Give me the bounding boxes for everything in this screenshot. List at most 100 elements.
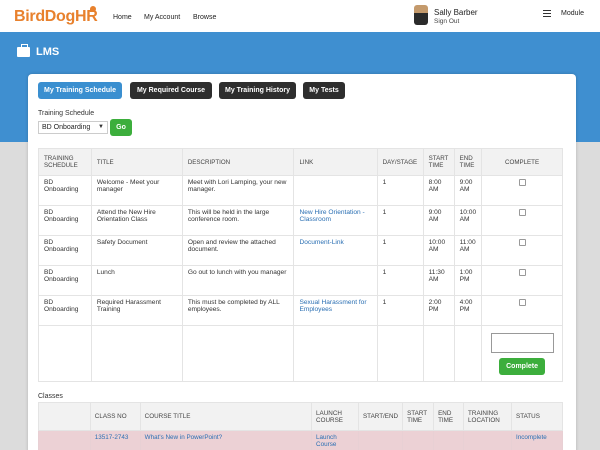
cell-description: This will be held in the large conferenc… <box>181 205 295 236</box>
tab-my-tests[interactable]: My Tests <box>303 82 345 99</box>
cell-schedule: BD Onboarding <box>38 205 92 236</box>
classes-table: CLASS NO COURSE TITLE LAUNCH COURSE STAR… <box>38 402 563 450</box>
column-header: STATUS <box>511 402 563 431</box>
cell-status: Incomplete <box>511 430 563 450</box>
cell-end-time: 4:00 PM <box>453 295 483 326</box>
empty-cell <box>293 325 378 382</box>
launch-course-link[interactable]: Launch Course <box>311 430 359 450</box>
column-header: END TIME <box>433 402 465 431</box>
column-header: END TIME <box>453 148 483 176</box>
cell-schedule: BD Onboarding <box>38 175 92 206</box>
user-name[interactable]: Sally Barber <box>434 8 478 17</box>
tab-my-training-schedule[interactable]: My Training Schedule <box>38 82 122 99</box>
table-row: BD Onboarding Lunch Go out to lunch with… <box>38 265 563 296</box>
classes-label: Classes <box>38 393 63 400</box>
cell-start-time: 2:00 PM <box>422 295 455 326</box>
empty-cell <box>463 430 512 450</box>
tab-my-training-history[interactable]: My Training History <box>219 82 296 99</box>
cell-day: 1 <box>376 235 424 266</box>
cell-end-time: 9:00 AM <box>453 175 483 206</box>
cell-link[interactable]: Sexual Harassment for Employees <box>293 295 378 326</box>
table-header-row: TRAINING SCHEDULE TITLE DESCRIPTION LINK… <box>38 148 563 176</box>
cell-class-no[interactable]: 13517-2743 <box>89 430 141 450</box>
cell-start-time: 8:00 AM <box>422 175 455 206</box>
empty-cell <box>357 430 404 450</box>
briefcase-icon <box>17 44 30 57</box>
empty-cell <box>402 430 435 450</box>
cell-complete <box>481 265 563 296</box>
column-header: CLASS NO <box>89 402 141 431</box>
cell-day: 1 <box>376 205 424 236</box>
cell-complete <box>481 205 563 236</box>
column-header: START TIME <box>402 402 435 431</box>
cell-complete <box>481 175 563 206</box>
cell-day: 1 <box>376 175 424 206</box>
go-button[interactable]: Go <box>110 119 132 136</box>
birddoghr-logo[interactable]: BirdDogHR <box>14 8 98 26</box>
cell-end-time: 11:00 AM <box>453 235 483 266</box>
cell-start-time: 9:00 AM <box>422 205 455 236</box>
cell-end-time: 10:00 AM <box>453 205 483 236</box>
complete-checkbox[interactable] <box>518 299 526 306</box>
table-row: Complete <box>38 325 563 382</box>
avatar[interactable] <box>414 5 428 25</box>
empty-cell <box>453 325 483 382</box>
cell-link <box>293 175 378 206</box>
top-navbar: BirdDogHR Home My Account Browse Sally B… <box>0 0 600 32</box>
cell-title: Safety Document <box>90 235 183 266</box>
complete-checkbox[interactable] <box>518 179 526 186</box>
training-schedule-select[interactable]: BD Onboarding ▼ <box>38 121 108 134</box>
cell-description: Open and review the attached document. <box>181 235 295 266</box>
tab-my-required-course[interactable]: My Required Course <box>130 82 212 99</box>
column-header: TITLE <box>90 148 183 176</box>
module-menu[interactable]: Module <box>561 10 584 17</box>
cell-description: Meet with Lori Lamping, your new manager… <box>181 175 295 206</box>
cell-course-title[interactable]: What's New in PowerPoint? <box>139 430 313 450</box>
cell-link[interactable]: New Hire Orientation - Classroom <box>293 205 378 236</box>
logo-bird-icon <box>90 6 96 12</box>
cell-title: Lunch <box>90 265 183 296</box>
complete-checkbox[interactable] <box>518 209 526 216</box>
caret-down-icon: ▼ <box>98 124 104 130</box>
cell-start-time: 10:00 AM <box>422 235 455 266</box>
cell-schedule: BD Onboarding <box>38 235 92 266</box>
empty-cell <box>90 325 183 382</box>
empty-cell <box>376 325 424 382</box>
cell-link[interactable]: Document-Link <box>293 235 378 266</box>
training-schedule-label: Training Schedule <box>38 110 95 117</box>
column-header: TRAINING SCHEDULE <box>38 148 92 176</box>
column-header: COMPLETE <box>481 148 563 176</box>
column-header <box>38 402 91 431</box>
table-row: BD Onboarding Safety Document Open and r… <box>38 235 563 266</box>
cell-end-time: 1:00 PM <box>453 265 483 296</box>
nav-link-my-account[interactable]: My Account <box>144 14 180 21</box>
complete-button[interactable]: Complete <box>499 357 546 375</box>
logo-bird-text: BirdDog <box>14 8 76 25</box>
nav-link-browse[interactable]: Browse <box>193 14 216 21</box>
complete-checkbox[interactable] <box>518 269 526 276</box>
cell-schedule: BD Onboarding <box>38 295 92 326</box>
cell-title: Welcome - Meet your manager <box>90 175 183 206</box>
sign-out-link[interactable]: Sign Out <box>434 18 459 25</box>
column-header: START TIME <box>422 148 455 176</box>
complete-action-cell: Complete <box>481 325 563 382</box>
empty-cell <box>38 430 91 450</box>
cell-title: Attend the New Hire Orientation Class <box>90 205 183 236</box>
table-header-row: CLASS NO COURSE TITLE LAUNCH COURSE STAR… <box>38 402 563 431</box>
nav-link-home[interactable]: Home <box>113 14 132 21</box>
column-header: LINK <box>293 148 378 176</box>
cell-complete <box>481 295 563 326</box>
empty-cell <box>38 325 92 382</box>
cell-complete <box>481 235 563 266</box>
table-row: 13517-2743 What's New in PowerPoint? Lau… <box>38 430 563 450</box>
column-header: DESCRIPTION <box>181 148 295 176</box>
empty-cell <box>433 430 465 450</box>
cell-description: Go out to lunch with you manager <box>181 265 295 296</box>
menu-icon[interactable] <box>543 10 551 17</box>
page-title: LMS <box>36 46 60 58</box>
complete-checkbox[interactable] <box>518 239 526 246</box>
table-row: BD Onboarding Attend the New Hire Orient… <box>38 205 563 236</box>
column-header: TRAINING LOCATION <box>463 402 512 431</box>
cell-link <box>293 265 378 296</box>
complete-input[interactable] <box>490 332 554 353</box>
